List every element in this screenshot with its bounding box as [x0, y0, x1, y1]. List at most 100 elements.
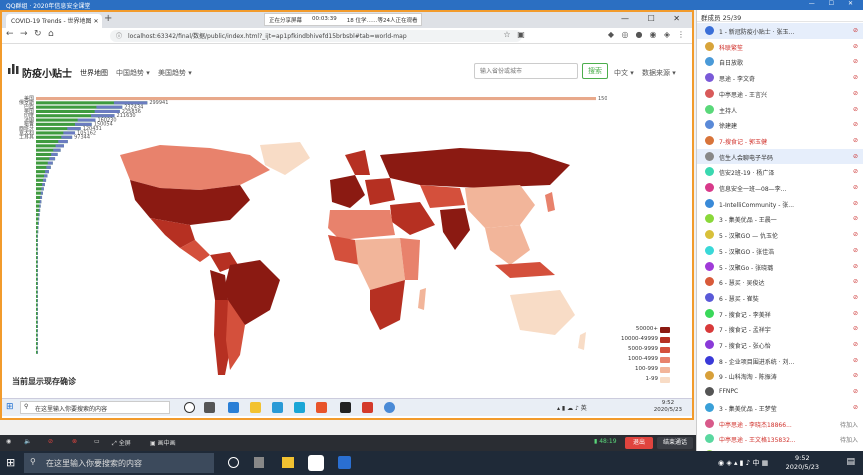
tray-icons[interactable]: ▴ ▮ ☁ ♪ 英	[557, 403, 587, 412]
avatar	[705, 277, 714, 287]
member-item[interactable]: 7 - 搜食记 - 张心怡 ⊘	[697, 337, 863, 353]
camera-icon[interactable]: ◉	[6, 438, 11, 445]
fullscreen-button[interactable]: ⤢ 全屏	[112, 438, 131, 448]
back-icon[interactable]: ←	[6, 29, 14, 39]
firefox-icon[interactable]	[316, 402, 327, 413]
member-item[interactable]: 中亭思途 - 王言兴 ⊘	[697, 86, 863, 102]
address-bar[interactable]: ⓘ localhost:63342/final/数据/public/index.…	[110, 30, 522, 42]
member-item[interactable]: 中亭思途 - 李晓杰18866... 待加入	[697, 416, 863, 432]
search-button[interactable]: 搜索	[582, 63, 608, 79]
member-name: 中亭思途 - 王文格135832...	[719, 437, 796, 445]
extension-icon[interactable]: ●	[634, 30, 644, 40]
powerpoint-icon[interactable]	[362, 402, 373, 413]
legend-item[interactable]: 10000-49999	[620, 336, 690, 345]
member-item[interactable]: 徐建建 ⊘	[697, 117, 863, 133]
member-item[interactable]: 自日放歌 ⊘	[697, 54, 863, 70]
member-item[interactable]: 7-搜食记 - 郭玉健 ⊘	[697, 133, 863, 149]
member-item[interactable]: 5 - 汉聚GO - 张佳浩 ⊘	[697, 243, 863, 259]
legend-swatch	[660, 377, 670, 383]
mic-muted-icon: ⊘	[852, 293, 858, 301]
member-item[interactable]: 7 - 搜食记 - 孟祥宇 ⊘	[697, 321, 863, 337]
chart-bar-segment	[37, 221, 39, 225]
data-source-menu[interactable]: 数据来源 ▾	[642, 68, 676, 78]
windows-start-icon[interactable]: ⊞	[6, 456, 15, 469]
camera-off-icon[interactable]: ⊘	[48, 438, 53, 445]
member-item[interactable]: 信息安全一班—08—李... ⊘	[697, 180, 863, 196]
browser-tab-active[interactable]: COVID-19 Trends - 世界地图 ✕	[6, 14, 102, 28]
member-item[interactable]: 7 - 搜食记 - 李美祥 ⊘	[697, 306, 863, 322]
tray-icons[interactable]: ◉ ◈ ▴ ▮ ♪ 中 ▦	[718, 458, 768, 468]
pip-button[interactable]: ▣ 画中画	[150, 438, 176, 447]
edge-icon[interactable]	[228, 402, 239, 413]
legend-item[interactable]: 1000-4999	[620, 356, 690, 365]
legend-item[interactable]: 50000+	[620, 326, 690, 335]
window-controls[interactable]: — ☐ ✕	[809, 0, 859, 7]
member-item[interactable]: 6 - 慧买 - 崔奘 ⊘	[697, 290, 863, 306]
exit-button[interactable]: 退出	[625, 437, 653, 449]
member-item[interactable]: 9 - 山科淘淘 - 陈振涛 ⊘	[697, 368, 863, 384]
extension-icon[interactable]: ◎	[620, 30, 630, 40]
mic-off-icon[interactable]: ⊗	[72, 438, 77, 445]
chrome-icon[interactable]	[384, 402, 395, 413]
member-item[interactable]: 5 - 汉聚Go - 张晓璐 ⊘	[697, 259, 863, 275]
ide-icon[interactable]	[340, 402, 351, 413]
windows-start-icon[interactable]: ⊞	[6, 402, 14, 412]
menu-icon[interactable]: ⋮	[676, 30, 686, 40]
member-item[interactable]: 1-IntelliCommunity - 张... ⊘	[697, 196, 863, 212]
member-item[interactable]: 中亭思途 - 王文格135832... 待加入	[697, 431, 863, 447]
new-tab-icon[interactable]: +	[104, 13, 112, 24]
member-item[interactable]: 思途 - 李文奇 ⊘	[697, 70, 863, 86]
member-item[interactable]: 3 - 集美优品 - 王梦莹 ⊘	[697, 400, 863, 416]
home-icon[interactable]: ⌂	[48, 29, 54, 39]
task-view-icon[interactable]	[184, 402, 195, 413]
folder-icon[interactable]	[282, 457, 294, 468]
map-region-new-zealand	[578, 332, 586, 350]
legend-item[interactable]: 5000-9999	[620, 346, 690, 355]
mic-muted-icon: ⊘	[852, 309, 858, 317]
taskbar-search[interactable]: ⚲ 在这里输入你要搜索的内容	[20, 401, 170, 414]
member-item[interactable]: 信安2班-19 · 杨广泽 ⊘	[697, 164, 863, 180]
word-icon[interactable]	[338, 456, 351, 469]
nav-usa-trend[interactable]: 美国趋势 ▾	[158, 68, 192, 78]
nav-china-trend[interactable]: 中国趋势 ▾	[116, 68, 150, 78]
folder-icon[interactable]	[250, 402, 261, 413]
member-item[interactable]: 3 - 集美优品 - 王晨一 ⊘	[697, 211, 863, 227]
star-icon[interactable]: ☆	[502, 30, 512, 40]
browser-window-controls[interactable]: — ☐ ✕	[621, 14, 688, 23]
member-item[interactable]: 1 - 新冠防疫小贴士 · 张玉... ⊘	[697, 23, 863, 39]
screenshot-icon[interactable]: ▣	[516, 30, 526, 40]
qq-icon[interactable]	[308, 455, 324, 471]
nav-world-map[interactable]: 世界地图	[80, 68, 108, 78]
extension-icon[interactable]: ◉	[648, 30, 658, 40]
chart-bar-segment	[38, 208, 41, 212]
inner-clock: 9:52 2020/5/23	[653, 400, 682, 413]
member-item[interactable]: 8 - 企业项目围进系统 · 刘... ⊘	[697, 353, 863, 369]
notification-icon[interactable]: ▤	[846, 457, 855, 467]
forward-icon[interactable]: →	[20, 29, 28, 39]
member-item[interactable]: FFNPC ⊘	[697, 384, 863, 400]
speaker-icon[interactable]: 🔈	[24, 438, 31, 445]
member-item[interactable]: 科联繁笙 ⊘	[697, 39, 863, 55]
legend-item[interactable]: 1-99	[620, 376, 690, 385]
member-item[interactable]: 主持人 ⊘	[697, 102, 863, 118]
end-call-button[interactable]: 结束通话	[657, 437, 693, 449]
member-item[interactable]: 6 - 慧买 · 吴俊达 ⊘	[697, 274, 863, 290]
reload-icon[interactable]: ↻	[34, 29, 42, 39]
legend-swatch	[660, 337, 670, 343]
chart-bar[interactable]	[36, 97, 596, 101]
language-select[interactable]: 中文 ▾	[614, 68, 634, 78]
share-screen-icon[interactable]: ▭	[94, 438, 100, 445]
member-item[interactable]: 5 - 汉聚GO — 仇玉伦 ⊘	[697, 227, 863, 243]
search-input[interactable]	[474, 63, 578, 79]
taskbar-search[interactable]: ⚲ 在这里输入你要搜索的内容	[24, 453, 214, 473]
app-icon[interactable]	[204, 402, 215, 413]
world-map[interactable]	[100, 140, 600, 380]
app-icon[interactable]	[254, 457, 264, 468]
member-item[interactable]: 信生人会聊电子半码 ⊘	[697, 148, 863, 165]
legend-item[interactable]: 100-999	[620, 366, 690, 375]
extension-icon[interactable]: ◆	[606, 30, 616, 40]
store-icon[interactable]	[272, 402, 283, 413]
task-view-icon[interactable]	[228, 457, 239, 468]
app-icon[interactable]	[294, 402, 305, 413]
extension-icon[interactable]: ◈	[662, 30, 672, 40]
